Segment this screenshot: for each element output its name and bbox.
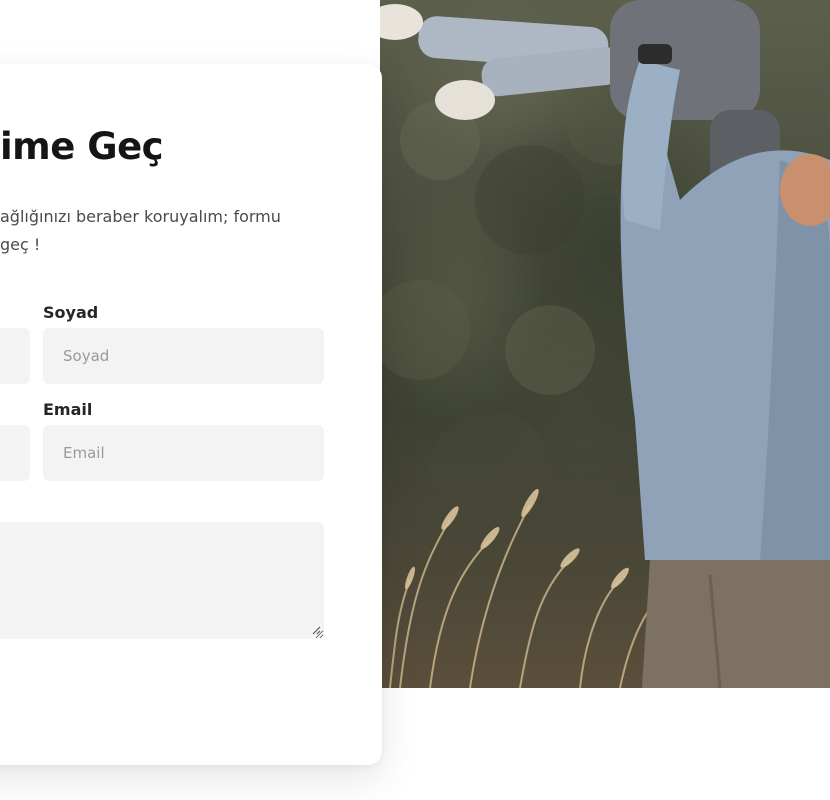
email-label: Email (43, 400, 93, 419)
message-textarea[interactable] (0, 522, 324, 639)
left-row2-input[interactable] (0, 425, 30, 481)
contact-page: ime Geç ağlığınızı beraber koruyalım; fo… (0, 0, 830, 800)
father-child-illustration (380, 0, 830, 688)
form-title: ime Geç (0, 125, 164, 168)
surname-label: Soyad (43, 303, 99, 322)
form-description: ağlığınızı beraber koruyalım; formu geç … (0, 203, 320, 259)
email-input[interactable] (43, 425, 324, 481)
first-name-input[interactable] (0, 328, 30, 384)
surname-input[interactable] (43, 328, 324, 384)
resize-handle-icon[interactable] (311, 625, 321, 635)
hero-photo (380, 0, 830, 688)
form-description-line-1: ağlığınızı beraber koruyalım; formu (0, 207, 281, 226)
form-description-line-2: geç ! (0, 235, 41, 254)
